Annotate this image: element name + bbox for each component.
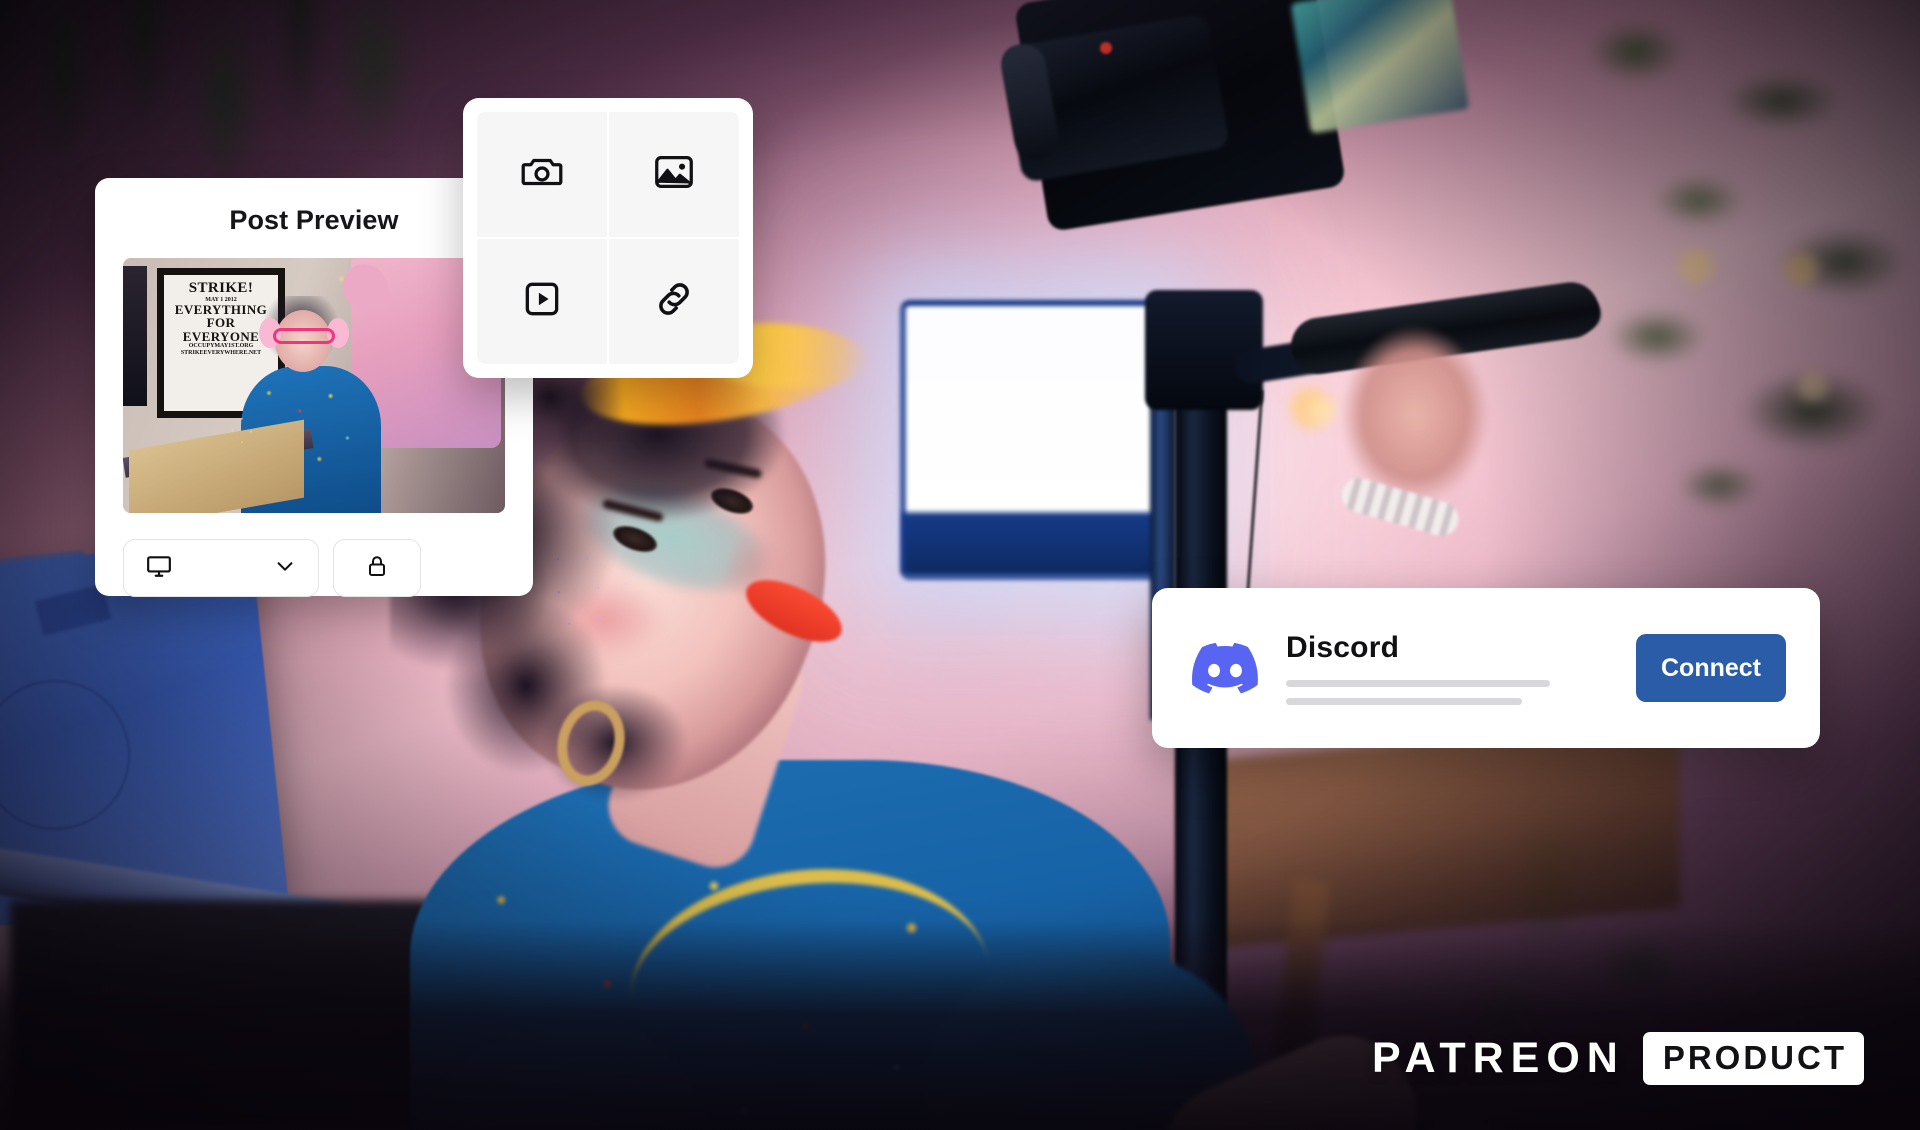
audience-dropdown[interactable]	[123, 539, 319, 597]
media-option-camera[interactable]	[477, 112, 607, 237]
product-badge: PRODUCT	[1642, 1032, 1864, 1085]
post-preview-controls	[95, 513, 533, 597]
image-icon	[651, 149, 697, 200]
thumbnail-poster-text: STRIKE! MAY 1 2012 EVERYTHING FOR EVERYO…	[164, 280, 278, 356]
discord-description-skeleton-line-2	[1286, 698, 1522, 705]
thumbnail-artwork: STRIKE! MAY 1 2012 EVERYTHING FOR EVERYO…	[123, 258, 505, 513]
discord-description-skeleton-line-1	[1286, 680, 1550, 687]
camera-icon	[519, 149, 565, 200]
patreon-wordmark: PATREON	[1371, 1034, 1625, 1082]
discord-info: Discord	[1286, 631, 1608, 705]
chevron-down-icon	[274, 555, 296, 582]
link-icon	[650, 275, 698, 328]
poster-line-3: EVERYTHING	[174, 301, 268, 317]
patreon-product-lockup: PATREON PRODUCT	[1372, 1032, 1864, 1085]
video-icon	[520, 277, 564, 326]
monitor-icon	[146, 553, 172, 584]
lock-icon	[365, 554, 389, 583]
screenshot-stage: Post Preview STRIKE! MAY 1 2012 EVERYTHI…	[0, 0, 1920, 1130]
thumbnail-pink-glasses	[273, 328, 335, 344]
discord-app-name: Discord	[1286, 631, 1400, 664]
post-preview-thumbnail: STRIKE! MAY 1 2012 EVERYTHING FOR EVERYO…	[123, 258, 505, 513]
poster-line-1: STRIKE!	[188, 280, 254, 296]
media-picker-card	[463, 98, 753, 378]
visibility-lock-button[interactable]	[333, 539, 421, 597]
thumbnail-monitor	[123, 266, 147, 406]
media-option-image[interactable]	[609, 112, 739, 237]
thumbnail-sparkler	[227, 415, 257, 453]
media-option-link[interactable]	[609, 239, 739, 364]
discord-connect-button[interactable]: Connect	[1636, 634, 1786, 702]
poster-footer: OCCUPYMAY1ST.ORG STRIKEEVERYWHERE.NET	[180, 343, 262, 356]
discord-connect-card: Discord Connect	[1152, 588, 1820, 748]
media-option-video[interactable]	[477, 239, 607, 364]
discord-logo-icon	[1192, 642, 1258, 694]
